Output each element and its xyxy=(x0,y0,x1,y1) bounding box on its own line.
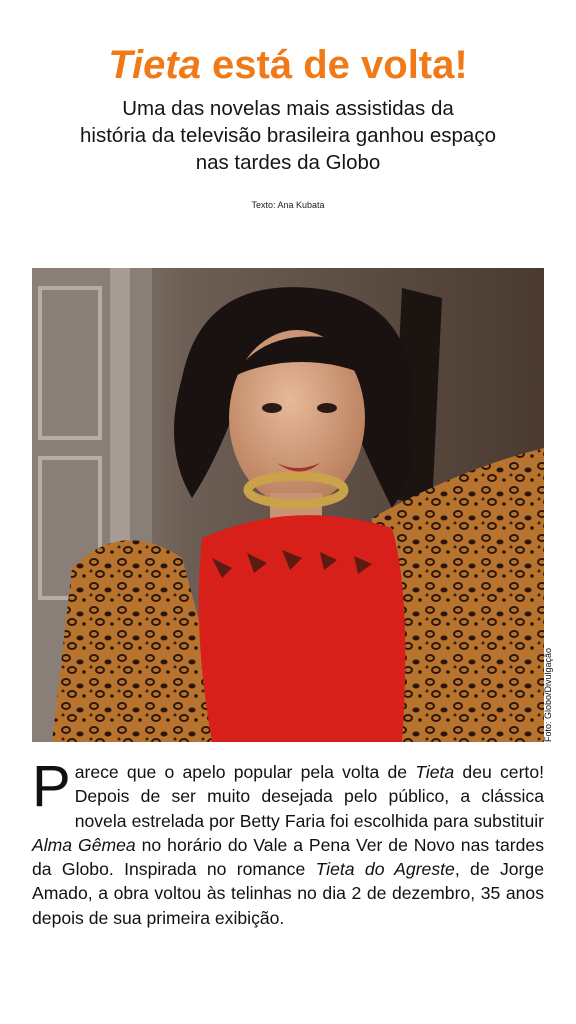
subtitle-line: Uma das novelas mais assistidas da xyxy=(122,97,454,120)
title-italic: Tieta xyxy=(108,43,201,87)
subtitle-line: história da televisão brasileira ganhou … xyxy=(80,124,496,147)
body-italic: Tieta xyxy=(415,762,455,782)
subtitle-line: nas tardes da Globo xyxy=(195,151,381,174)
article-photo xyxy=(32,268,544,742)
body-text: arece que o apelo popular pela volta de xyxy=(74,762,416,782)
article-body: P arece que o apelo popular pela volta d… xyxy=(32,754,544,930)
article-title: Tieta está de volta! xyxy=(0,40,576,90)
body-italic: Alma Gêmea xyxy=(32,834,136,855)
drop-cap: P xyxy=(32,754,71,819)
title-rest: está de volta! xyxy=(200,43,468,87)
photo-credit: Foto: Globo/Divulgação xyxy=(543,647,553,742)
article-subtitle: Uma das novelas mais assistidas da histó… xyxy=(20,95,556,176)
author-credit: Texto: Ana Kubata xyxy=(251,200,325,210)
body-italic: Tieta do Agreste xyxy=(315,859,455,880)
